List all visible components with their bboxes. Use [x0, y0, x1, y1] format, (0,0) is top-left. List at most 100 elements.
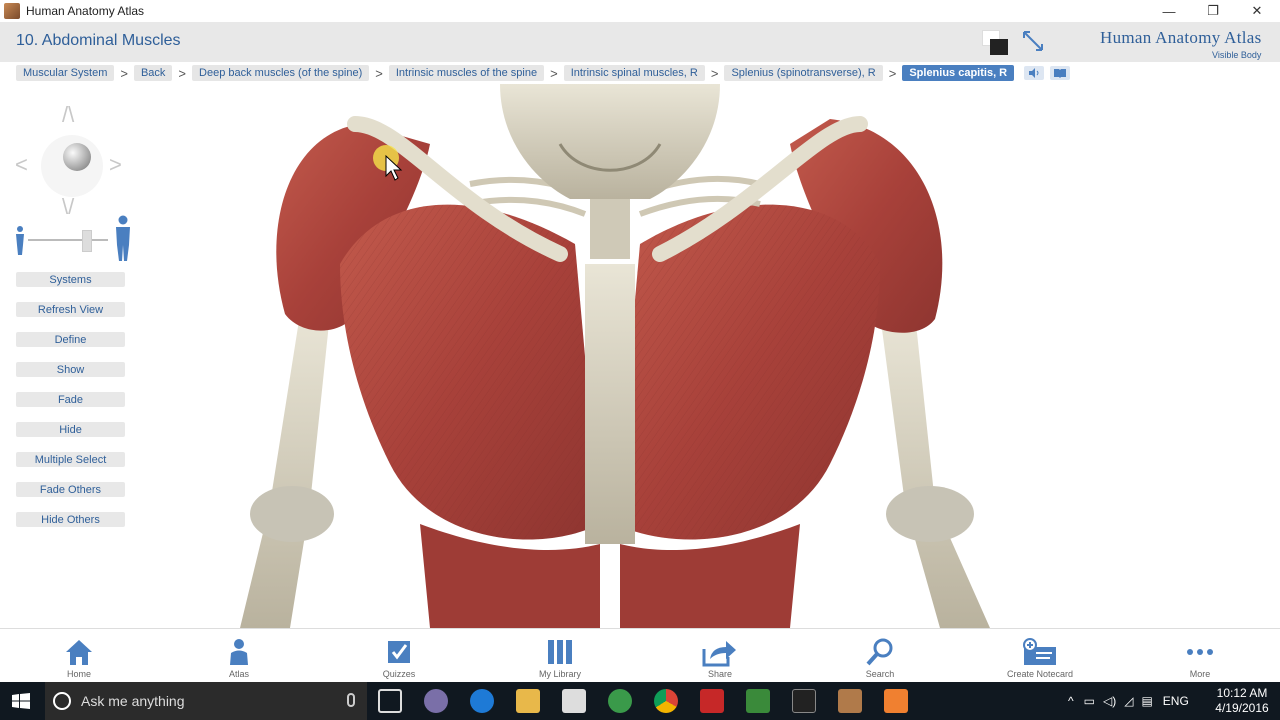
store-icon[interactable] — [562, 689, 586, 713]
restore-button[interactable]: ❐ — [1190, 0, 1236, 22]
quizzes-button[interactable]: Quizzes — [354, 637, 444, 679]
more-dots-icon — [1187, 649, 1213, 655]
zoom-slider[interactable] — [14, 215, 134, 261]
windows-start-icon[interactable] — [12, 693, 30, 709]
share-label: Share — [707, 669, 733, 679]
close-button[interactable]: ✕ — [1234, 0, 1280, 22]
notecard-icon — [1023, 638, 1056, 665]
bottom-toolbar: Home Atlas Quizzes My Library Share Sear… — [0, 628, 1280, 682]
home-icon — [66, 640, 92, 665]
more-label: More — [1189, 669, 1211, 679]
anatomy-atlas-taskbar-icon[interactable] — [838, 689, 862, 713]
breadcrumb-separator: > — [550, 65, 558, 81]
breadcrumb-muscular-system[interactable]: Muscular System — [16, 65, 115, 81]
show-button[interactable]: Show — [16, 362, 125, 377]
person-small-icon — [16, 226, 24, 255]
create-notecard-label: Create Notecard — [1006, 669, 1074, 679]
fullscreen-icon[interactable] — [1020, 28, 1046, 54]
breadcrumb-splenius-capitis[interactable]: Splenius capitis, R — [902, 65, 1015, 81]
hide-button[interactable]: Hide — [16, 422, 125, 437]
task-view-icon[interactable] — [378, 689, 402, 713]
breadcrumb-deep-back-muscles[interactable]: Deep back muscles (of the spine) — [192, 65, 370, 81]
tray-chevron-icon[interactable]: ^ — [1068, 694, 1074, 708]
share-icon — [702, 641, 736, 667]
breadcrumb-separator: > — [710, 65, 719, 81]
hide-others-button[interactable]: Hide Others — [16, 512, 125, 527]
quiz-checkbox-icon — [388, 641, 410, 663]
cortana-icon — [53, 692, 71, 710]
person-large-icon — [116, 215, 130, 261]
library-icon — [548, 640, 572, 664]
clock-time: 10:12 AM — [1216, 686, 1268, 700]
zoom-thumb[interactable] — [82, 230, 92, 252]
edge-icon[interactable] — [470, 689, 494, 713]
atlas-label: Atlas — [228, 669, 249, 679]
chrome-icon[interactable] — [654, 689, 678, 713]
system-tray: ^ ▭ ◁) ◿ ▤ ENG — [1068, 682, 1189, 720]
right-humerus — [880, 314, 990, 628]
book-icon[interactable] — [1050, 66, 1071, 80]
breadcrumb: Muscular System > Back > Deep back muscl… — [16, 65, 1071, 81]
search-button[interactable]: Search — [835, 637, 925, 679]
file-explorer-icon[interactable] — [516, 689, 540, 713]
minimize-button[interactable]: — — [1146, 0, 1192, 22]
battery-icon[interactable]: ▭ — [1084, 694, 1095, 708]
app-header: 10. Abdominal Muscles Human Anatomy Atla… — [0, 22, 1280, 62]
create-notecard-button[interactable]: Create Notecard — [995, 637, 1085, 679]
layer-toggle-icon[interactable] — [982, 30, 1010, 56]
zoom-track[interactable] — [28, 239, 108, 241]
search-placeholder: Ask me anything — [81, 693, 185, 709]
more-button[interactable]: More — [1155, 637, 1245, 679]
search-icon — [866, 638, 893, 666]
search-label: Search — [865, 669, 895, 679]
rotate-left-icon[interactable]: < — [15, 152, 28, 178]
globe-app-icon[interactable] — [608, 689, 632, 713]
share-button[interactable]: Share — [675, 637, 765, 679]
cortana-search-box[interactable]: Ask me anything — [45, 682, 367, 720]
fade-button[interactable]: Fade — [16, 392, 125, 407]
notifications-icon[interactable]: ▤ — [1141, 694, 1152, 708]
rotate-right-icon[interactable]: > — [109, 152, 122, 178]
window-titlebar: Human Anatomy Atlas — ❐ ✕ — [0, 0, 1280, 22]
download-app-icon[interactable] — [700, 689, 724, 713]
my-library-label: My Library — [538, 669, 581, 679]
language-indicator[interactable]: ENG — [1163, 694, 1189, 708]
refresh-view-button[interactable]: Refresh View — [16, 302, 125, 317]
sternum — [585, 264, 635, 544]
breadcrumb-intrinsic-muscles[interactable]: Intrinsic muscles of the spine — [388, 65, 545, 81]
cervical-spine — [590, 199, 630, 259]
anatomy-model[interactable] — [0, 84, 1280, 628]
clock-date: 4/19/2016 — [1215, 701, 1269, 715]
os-taskbar: Ask me anything ^ ▭ ◁) ◿ ▤ ENG 10:12 AM … — [0, 682, 1280, 720]
breadcrumb-separator: > — [888, 65, 897, 81]
taskbar-clock[interactable]: 10:12 AM 4/19/2016 — [1212, 686, 1272, 716]
breadcrumb-splenius[interactable]: Splenius (spinotransverse), R — [724, 65, 883, 81]
terminal-icon[interactable] — [792, 689, 816, 713]
microphone-icon[interactable] — [347, 693, 355, 707]
wifi-icon[interactable]: ◿ — [1124, 694, 1133, 708]
home-label: Home — [66, 669, 91, 679]
breadcrumb-separator: > — [178, 65, 187, 81]
notepad-app-icon[interactable] — [746, 689, 770, 713]
anatomy-viewport[interactable]: /\ \/ < > Systems Refresh View Define Sh… — [0, 84, 1280, 628]
breadcrumb-intrinsic-spinal[interactable]: Intrinsic spinal muscles, R — [563, 65, 705, 81]
audio-pronunciation-icon[interactable] — [1024, 66, 1045, 80]
define-button[interactable]: Define — [16, 332, 125, 347]
page-title: 10. Abdominal Muscles — [16, 32, 181, 49]
my-library-button[interactable]: My Library — [515, 637, 605, 679]
app-bug-icon[interactable] — [424, 689, 448, 713]
window-title: Human Anatomy Atlas — [26, 4, 145, 18]
rotate-up-icon[interactable]: /\ — [62, 102, 74, 128]
systems-button[interactable]: Systems — [16, 272, 125, 287]
home-button[interactable]: Home — [34, 637, 124, 679]
rotate-trackball[interactable] — [41, 135, 103, 197]
breadcrumb-separator: > — [375, 65, 383, 81]
multiple-select-button[interactable]: Multiple Select — [16, 452, 125, 467]
trackball-knob[interactable] — [63, 143, 91, 171]
volume-icon[interactable]: ◁) — [1103, 694, 1116, 708]
orange-app-icon[interactable] — [884, 689, 908, 713]
fade-others-button[interactable]: Fade Others — [16, 482, 125, 497]
breadcrumb-back[interactable]: Back — [133, 65, 173, 81]
atlas-button[interactable]: Atlas — [194, 637, 284, 679]
brand-title: Human Anatomy Atlas — [1100, 28, 1262, 47]
